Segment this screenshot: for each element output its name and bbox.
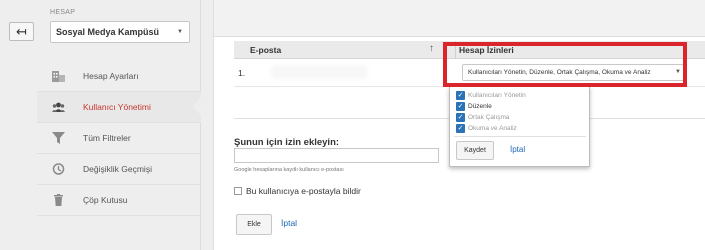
- checkbox-checked-icon[interactable]: ✓: [456, 102, 465, 111]
- column-header-permissions[interactable]: Hesap İzinleri: [459, 45, 514, 55]
- table-header: E-posta ↑ Hesap İzinleri: [234, 41, 705, 59]
- sidebar-item-label: Tüm Filtreler: [83, 133, 131, 143]
- sidebar-item-label: Çöp Kutusu: [83, 195, 128, 205]
- option-label: Ortak Çalışma: [468, 114, 510, 121]
- nav-list: Hesap Ayarları Kullanıcı Yönetimi Tüm Fi…: [37, 61, 201, 216]
- account-select[interactable]: Sosyal Medya Kampüsü ▼: [50, 21, 190, 43]
- cancel-link[interactable]: İptal: [510, 145, 525, 154]
- back-button[interactable]: ↤: [9, 22, 34, 41]
- sidebar-item-label: Kullanıcı Yönetimi: [83, 102, 151, 112]
- add-cancel-link[interactable]: İptal: [281, 218, 297, 228]
- option-edit[interactable]: ✓ Düzenle: [450, 102, 589, 111]
- option-label: Okuma ve Analiz: [468, 125, 517, 132]
- option-label: Düzenle: [468, 103, 492, 110]
- toolbar-strip: [214, 0, 705, 37]
- chevron-down-icon: ▼: [177, 29, 183, 35]
- add-button[interactable]: Ekle: [236, 214, 272, 235]
- users-table: E-posta ↑ Hesap İzinleri 1. Kullanıcılar…: [234, 41, 705, 87]
- permissions-dropdown: ✓ Kullanıcıları Yönetin ✓ Düzenle ✓ Orta…: [449, 86, 590, 167]
- row-index: 1.: [238, 68, 246, 78]
- sidebar-item-label: Hesap Ayarları: [83, 71, 139, 81]
- notify-option[interactable]: Bu kullanıcıya e-postayla bildir: [234, 186, 361, 196]
- option-collaborate[interactable]: ✓ Ortak Çalışma: [450, 113, 589, 122]
- filter-icon: [52, 132, 65, 144]
- building-icon: [52, 71, 65, 82]
- column-header-email[interactable]: E-posta: [250, 45, 281, 55]
- sort-arrow-up-icon[interactable]: ↑: [429, 43, 434, 54]
- column-divider: [455, 41, 456, 59]
- checkbox-checked-icon[interactable]: ✓: [456, 124, 465, 133]
- users-icon: [52, 102, 65, 112]
- left-rail: ↤: [0, 0, 37, 250]
- trash-icon: [54, 194, 63, 206]
- checkbox-checked-icon[interactable]: ✓: [456, 91, 465, 100]
- account-name: Sosyal Medya Kampüsü: [56, 27, 160, 37]
- permissions-value: Kullanıcıları Yönetin, Düzenle, Ortak Ça…: [468, 69, 651, 76]
- account-label: HESAP: [50, 9, 76, 16]
- option-read-analyze[interactable]: ✓ Okuma ve Analiz: [450, 124, 589, 133]
- app-root: ↤ HESAP Sosyal Medya Kampüsü ▼ Hesap Aya…: [0, 0, 705, 250]
- sidebar-item-change-history[interactable]: Değişiklik Geçmişi: [37, 154, 201, 185]
- save-button[interactable]: Kaydet: [456, 141, 494, 160]
- arrow-left-icon: ↤: [16, 24, 27, 39]
- sidebar-item-trash[interactable]: Çöp Kutusu: [37, 185, 201, 216]
- sidebar-item-label: Değişiklik Geçmişi: [83, 164, 152, 174]
- divider: [454, 136, 586, 137]
- admin-sidebar: HESAP Sosyal Medya Kampüsü ▼ Hesap Ayarl…: [37, 0, 201, 250]
- permissions-select[interactable]: Kullanıcıları Yönetin, Düzenle, Ortak Ça…: [462, 64, 687, 81]
- notify-checkbox[interactable]: [234, 187, 242, 195]
- chevron-down-icon: ▼: [675, 69, 681, 75]
- checkbox-checked-icon[interactable]: ✓: [456, 113, 465, 122]
- notify-label: Bu kullanıcıya e-postayla bildir: [246, 186, 361, 196]
- redacted-email: [271, 65, 367, 79]
- email-input[interactable]: [234, 148, 439, 163]
- add-permissions-title: Şunun için izin ekleyin:: [234, 137, 340, 148]
- table-row: 1. Kullanıcıları Yönetin, Düzenle, Ortak…: [234, 59, 705, 87]
- option-label: Kullanıcıları Yönetin: [468, 92, 526, 99]
- sidebar-item-user-management[interactable]: Kullanıcı Yönetimi: [37, 92, 201, 123]
- sidebar-item-account-settings[interactable]: Hesap Ayarları: [37, 61, 201, 92]
- sidebar-item-all-filters[interactable]: Tüm Filtreler: [37, 123, 201, 154]
- history-icon: [52, 163, 65, 175]
- email-hint: Google hesaplarına kayıtlı kullanıcı e-p…: [234, 167, 344, 173]
- option-manage-users[interactable]: ✓ Kullanıcıları Yönetin: [450, 91, 589, 100]
